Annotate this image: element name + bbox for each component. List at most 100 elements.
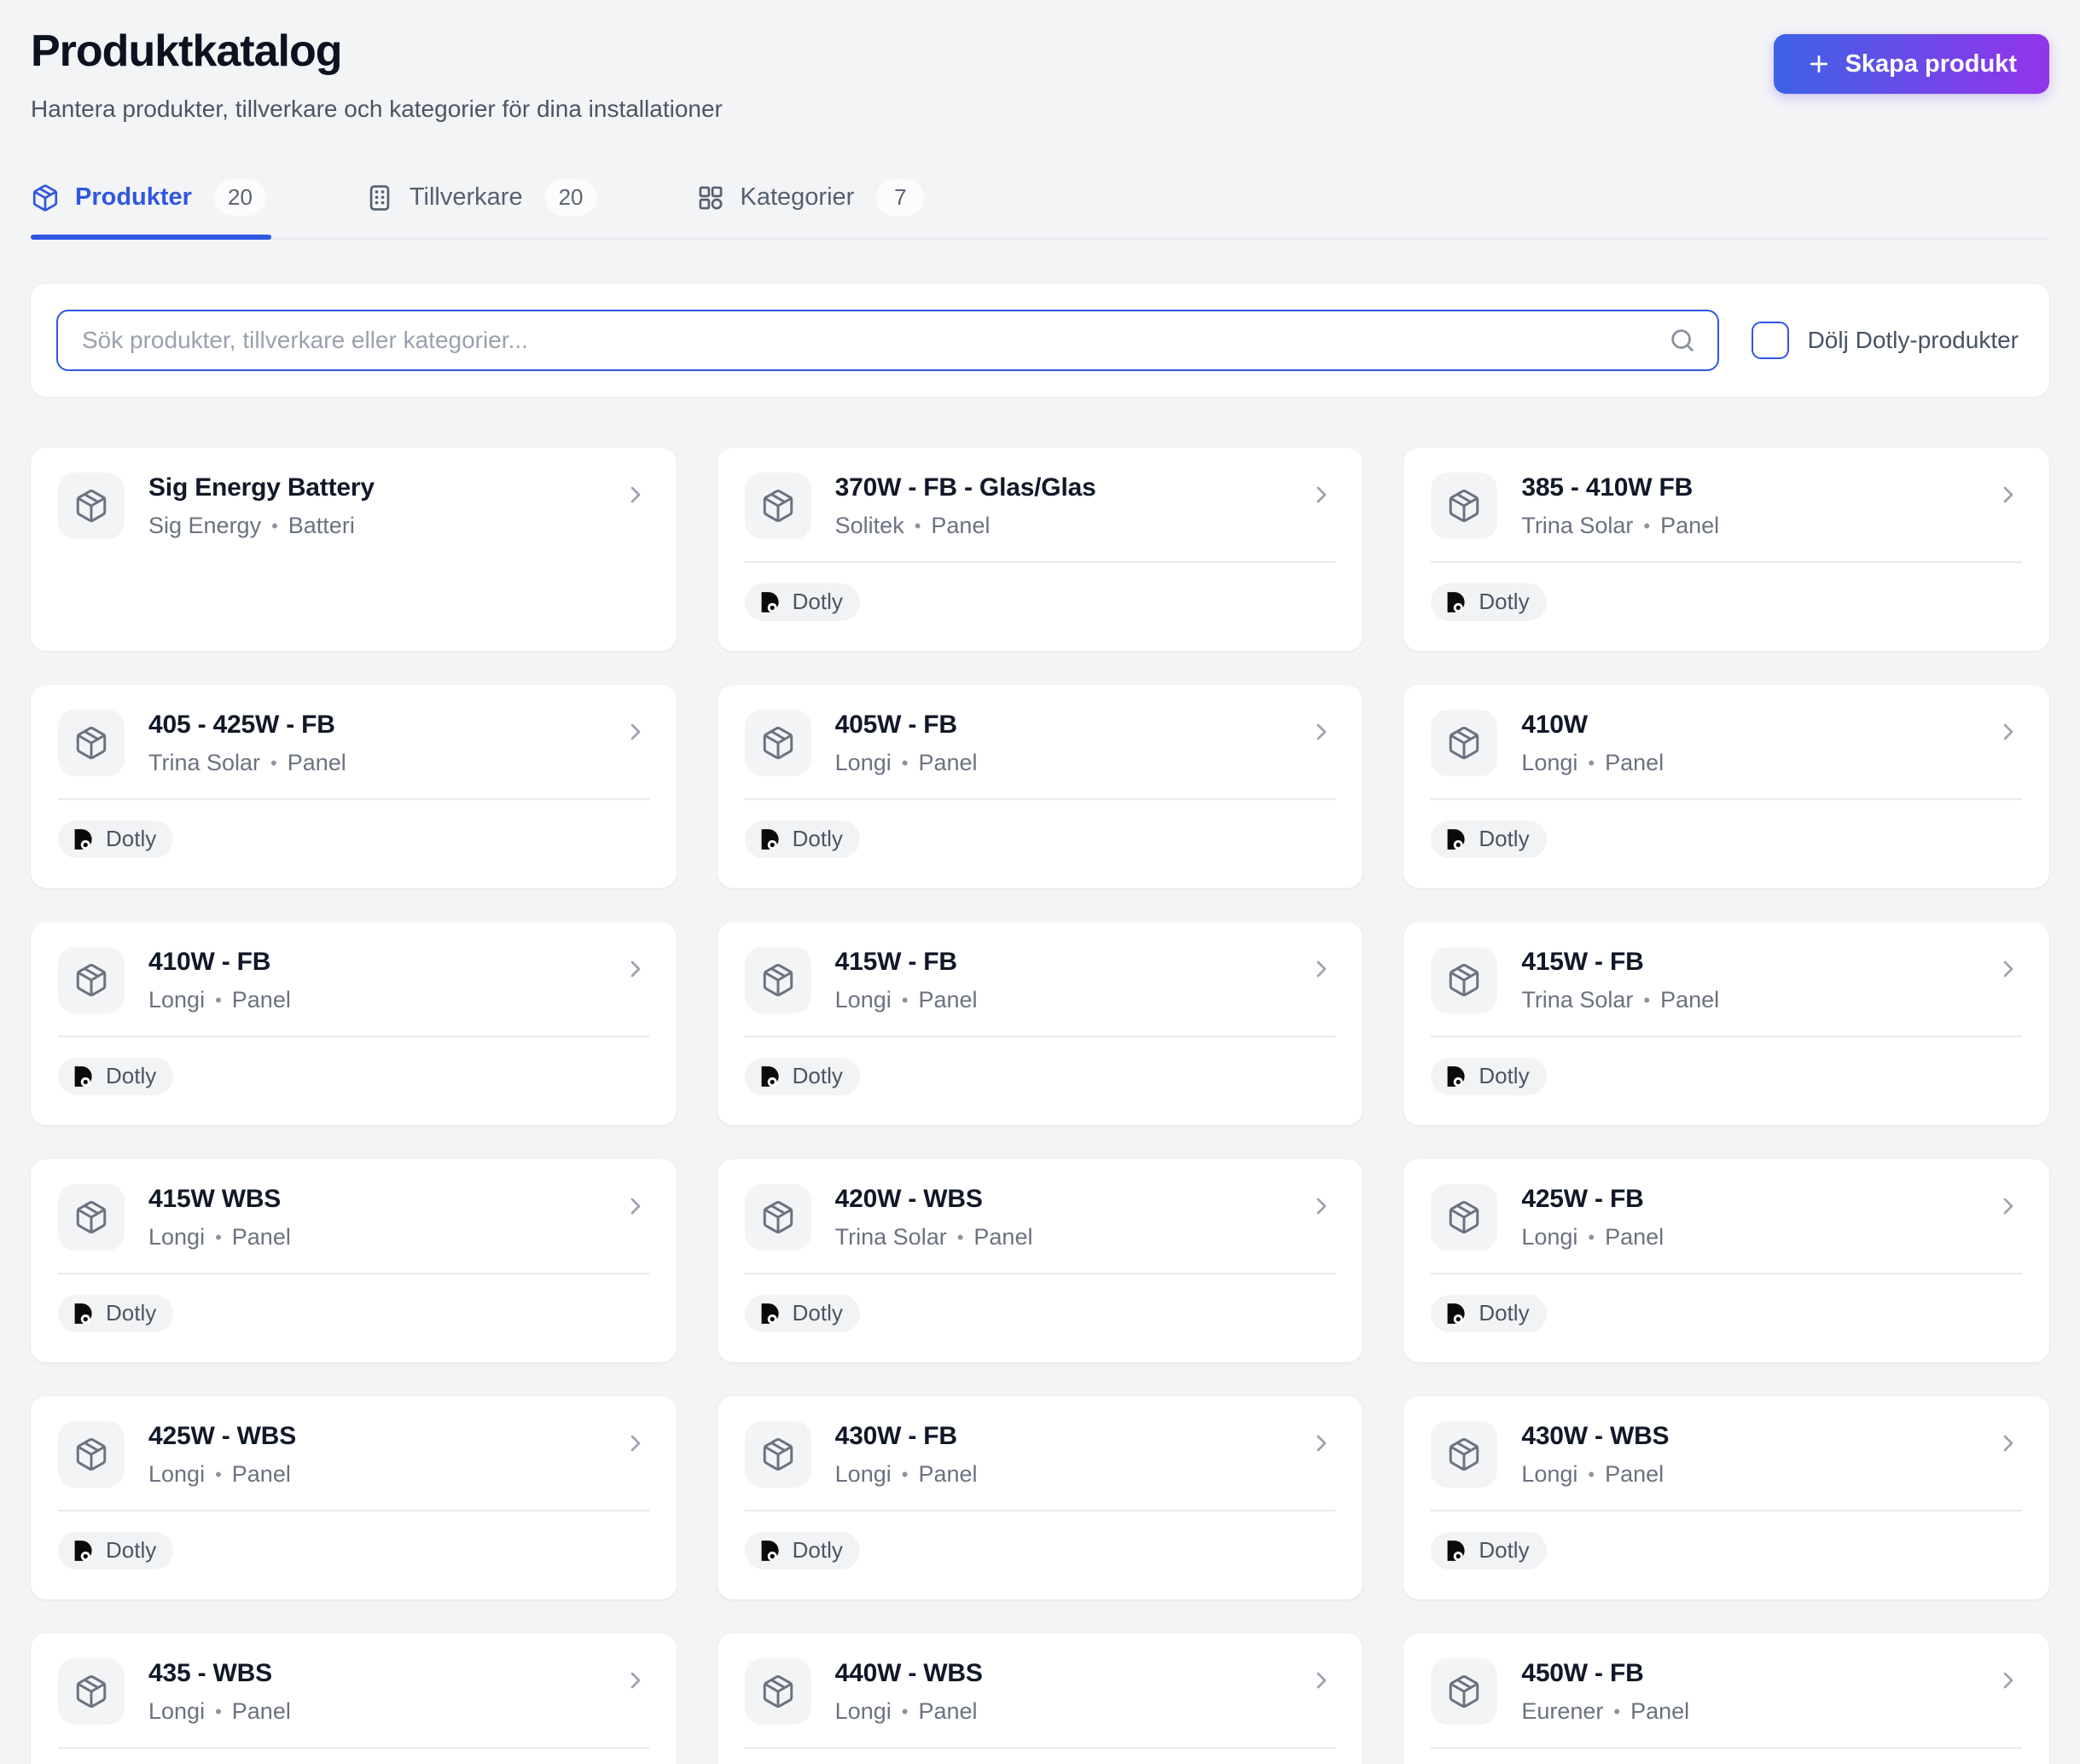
product-card[interactable]: 425W - FB Longi • Panel: [1403, 1159, 2049, 1362]
chevron-right-icon: [622, 1430, 649, 1457]
product-manufacturer: Longi: [835, 1698, 892, 1725]
package-icon: [745, 1184, 811, 1250]
product-manufacturer: Eurener: [1521, 1698, 1603, 1725]
product-card-header: Sig Energy Battery Sig Energy • Batteri: [58, 472, 649, 539]
bullet-separator: •: [215, 1227, 222, 1249]
product-card-header: 405W - FB Longi • Panel: [745, 709, 1336, 776]
product-card[interactable]: 405 - 425W - FB Trina Solar • Panel: [31, 685, 677, 888]
bullet-separator: •: [215, 989, 222, 1012]
card-divider: [1431, 1747, 2022, 1749]
dotly-logo-icon: [70, 1064, 96, 1089]
product-card[interactable]: 430W - FB Longi • Panel: [718, 1396, 1363, 1599]
search-input[interactable]: [56, 310, 1719, 371]
product-card[interactable]: 450W - FB Eurener • Panel: [1403, 1633, 2049, 1764]
product-card-header: 405 - 425W - FB Trina Solar • Panel: [58, 709, 649, 776]
product-manufacturer: Longi: [148, 1461, 205, 1488]
product-card[interactable]: 430W - WBS Longi • Panel: [1403, 1396, 2049, 1599]
product-name: 440W - WBS: [835, 1659, 1285, 1688]
card-divider: [58, 1273, 649, 1274]
product-card[interactable]: Sig Energy Battery Sig Energy • Batteri: [31, 448, 677, 651]
card-divider: [1431, 1036, 2022, 1037]
tab-tillverkare[interactable]: Tillverkare 20: [365, 179, 602, 238]
package-icon: [58, 947, 125, 1013]
card-footer: Dotly: [58, 1058, 649, 1095]
product-meta: Trina Solar • Panel: [148, 750, 598, 776]
product-manufacturer: Longi: [835, 750, 892, 776]
dotly-badge-label: Dotly: [1479, 1300, 1529, 1326]
dotly-badge: Dotly: [58, 821, 173, 858]
dotly-logo-icon: [70, 1301, 96, 1326]
tab-label: Produkter: [75, 183, 192, 212]
bullet-separator: •: [1588, 752, 1595, 775]
tab-kategorier[interactable]: Kategorier 7: [696, 179, 930, 238]
product-card-header: 425W - FB Longi • Panel: [1431, 1183, 2022, 1250]
product-card[interactable]: 405W - FB Longi • Panel: [718, 685, 1363, 888]
product-category: Panel: [232, 1461, 291, 1488]
dotly-badge: Dotly: [1431, 1295, 1546, 1332]
product-card-header: 435 - WBS Longi • Panel: [58, 1657, 649, 1725]
product-text: 440W - WBS Longi • Panel: [835, 1657, 1285, 1725]
product-name: 420W - WBS: [835, 1185, 1285, 1214]
product-name: 430W - WBS: [1521, 1422, 1971, 1451]
product-card-header: 425W - WBS Longi • Panel: [58, 1420, 649, 1488]
card-footer: Dotly: [1431, 1532, 2022, 1570]
product-name: 370W - FB - Glas/Glas: [835, 473, 1285, 502]
package-icon: [1431, 473, 1497, 539]
product-card[interactable]: 410W - FB Longi • Panel: [31, 922, 677, 1125]
product-text: 415W WBS Longi • Panel: [148, 1183, 598, 1250]
product-text: 415W - FB Trina Solar • Panel: [1521, 946, 1971, 1013]
product-card[interactable]: 415W - FB Trina Solar • Panel: [1403, 922, 2049, 1125]
dotly-badge: Dotly: [745, 1532, 860, 1570]
tab-count-badge: 7: [876, 179, 924, 216]
product-text: 450W - FB Eurener • Panel: [1521, 1657, 1971, 1725]
product-category: Panel: [1605, 1461, 1664, 1488]
product-card[interactable]: 420W - WBS Trina Solar • Panel: [718, 1159, 1363, 1362]
dotly-logo-icon: [757, 1301, 782, 1326]
bullet-separator: •: [1588, 1227, 1595, 1249]
product-card[interactable]: 415W - FB Longi • Panel: [718, 922, 1363, 1125]
dotly-badge-label: Dotly: [106, 826, 156, 852]
dotly-badge-label: Dotly: [106, 1063, 156, 1089]
product-card-header: 430W - FB Longi • Panel: [745, 1420, 1336, 1488]
product-meta: Longi • Panel: [1521, 1461, 1971, 1488]
product-meta: Trina Solar • Panel: [1521, 513, 1971, 539]
product-card[interactable]: 415W WBS Longi • Panel: [31, 1159, 677, 1362]
product-category: Panel: [1605, 750, 1664, 776]
dotly-badge-label: Dotly: [793, 1537, 843, 1564]
chevron-right-icon: [622, 1667, 649, 1694]
bullet-separator: •: [1613, 1701, 1620, 1723]
product-name: 430W - FB: [835, 1422, 1285, 1451]
product-card[interactable]: 435 - WBS Longi • Panel: [31, 1633, 677, 1764]
product-name: 425W - FB: [1521, 1185, 1971, 1214]
dotly-badge-label: Dotly: [793, 1063, 843, 1089]
create-product-button[interactable]: Skapa produkt: [1774, 34, 2049, 94]
product-name: 405 - 425W - FB: [148, 711, 598, 740]
product-text: 430W - WBS Longi • Panel: [1521, 1420, 1971, 1488]
dotly-badge-label: Dotly: [1479, 589, 1529, 615]
product-meta: Solitek • Panel: [835, 513, 1285, 539]
dotly-logo-icon: [1443, 1538, 1468, 1564]
dotly-logo-icon: [757, 589, 782, 615]
hide-dotly-checkbox[interactable]: [1752, 322, 1789, 359]
product-card-header: 415W - FB Trina Solar • Panel: [1431, 946, 2022, 1013]
package-icon: [1431, 1184, 1497, 1250]
product-category: Panel: [232, 1224, 291, 1250]
product-card[interactable]: 425W - WBS Longi • Panel: [31, 1396, 677, 1599]
package-icon: [745, 473, 811, 539]
tab-produkter[interactable]: Produkter 20: [31, 179, 271, 238]
bullet-separator: •: [1643, 989, 1650, 1012]
product-text: 435 - WBS Longi • Panel: [148, 1657, 598, 1725]
chevron-right-icon: [1995, 481, 2022, 508]
product-category: Panel: [918, 987, 977, 1013]
product-card[interactable]: 370W - FB - Glas/Glas Solitek • Panel: [718, 448, 1363, 651]
tab-label: Kategorier: [741, 183, 855, 212]
tab-bar: Produkter 20 Tillverkare 20 Kategorier 7: [31, 179, 2049, 240]
product-card[interactable]: 385 - 410W FB Trina Solar • Panel: [1403, 448, 2049, 651]
search-panel: Dölj Dotly-produkter: [31, 284, 2049, 397]
product-card[interactable]: 410W Longi • Panel: [1403, 685, 2049, 888]
card-divider: [1431, 798, 2022, 800]
dotly-logo-icon: [70, 827, 96, 852]
bullet-separator: •: [902, 1701, 909, 1723]
product-card-header: 420W - WBS Trina Solar • Panel: [745, 1183, 1336, 1250]
product-card[interactable]: 440W - WBS Longi • Panel: [718, 1633, 1363, 1764]
